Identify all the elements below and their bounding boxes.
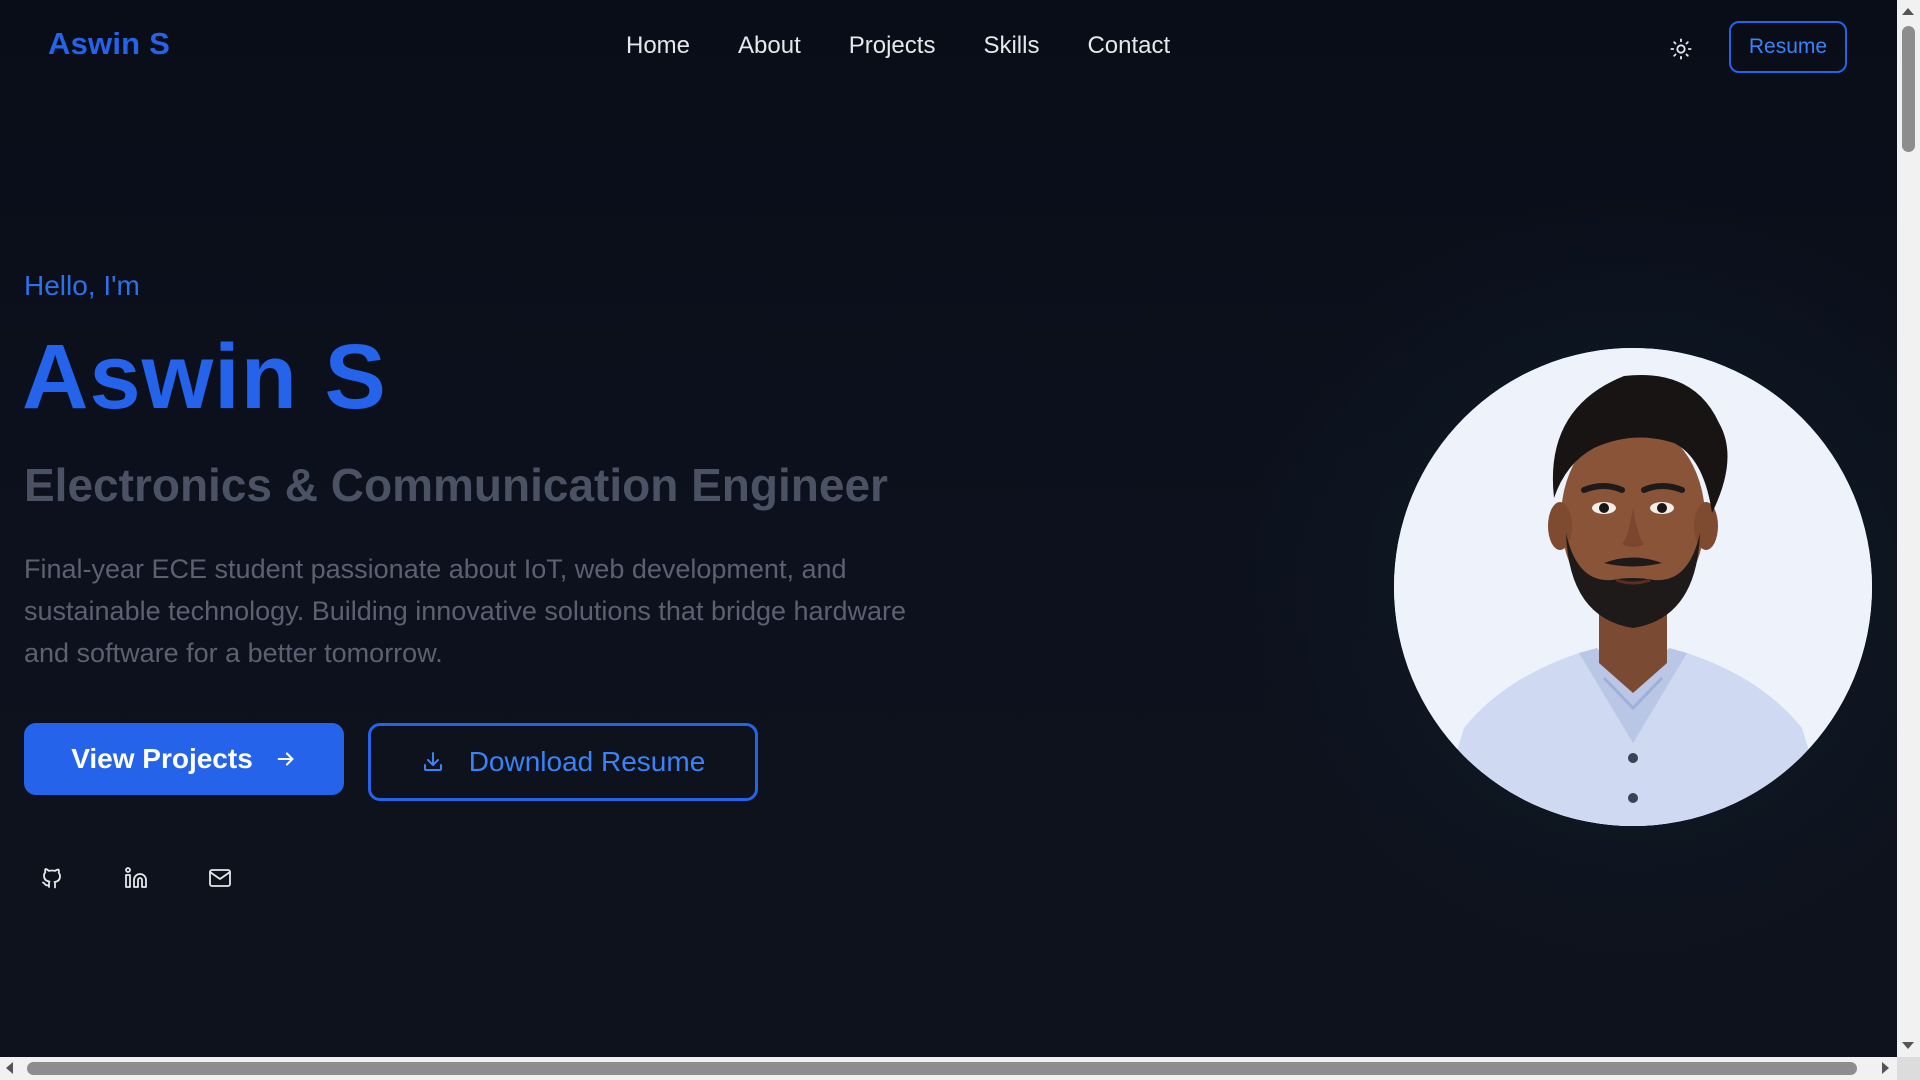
download-icon [423, 752, 442, 771]
social-links [38, 864, 234, 892]
hero-role: Electronics & Communication Engineer [24, 459, 888, 511]
resume-button[interactable]: Resume [1729, 21, 1847, 73]
vertical-scroll-thumb[interactable] [1902, 26, 1915, 152]
arrow-right-icon [277, 752, 294, 766]
nav-link-about[interactable]: About [738, 32, 801, 60]
mail-icon [209, 869, 231, 887]
nav-link-home[interactable]: Home [626, 32, 690, 60]
email-link[interactable] [206, 864, 234, 892]
navbar: Aswin S Home About Projects Skills Conta… [0, 0, 1897, 96]
view-projects-label: View Projects [71, 743, 253, 774]
nav-link-skills[interactable]: Skills [983, 32, 1039, 60]
vertical-scrollbar[interactable] [1897, 0, 1920, 1057]
brand-logo[interactable]: Aswin S [48, 26, 170, 62]
download-resume-label: Download Resume [468, 746, 706, 777]
horizontal-scroll-thumb[interactable] [27, 1062, 1857, 1075]
scroll-down-arrow-icon[interactable] [1902, 1042, 1914, 1049]
hero-description: Final-year ECE student passionate about … [24, 554, 907, 668]
github-link[interactable] [38, 864, 66, 892]
theme-toggle-button[interactable] [1666, 34, 1696, 64]
scroll-left-arrow-icon[interactable] [6, 1062, 13, 1074]
scroll-right-arrow-icon[interactable] [1882, 1062, 1889, 1074]
nav-links: Home About Projects Skills Contact [626, 32, 1170, 60]
horizontal-scrollbar[interactable] [0, 1057, 1897, 1080]
page-viewport: Aswin S Home About Projects Skills Conta… [0, 0, 1897, 1057]
profile-portrait-image [1394, 348, 1872, 826]
hero-name: Aswin S [22, 326, 387, 428]
scroll-up-arrow-icon[interactable] [1902, 8, 1914, 15]
download-resume-button[interactable]: Download Resume [368, 723, 758, 801]
linkedin-link[interactable] [122, 864, 150, 892]
view-projects-button[interactable]: View Projects [24, 723, 344, 795]
scrollbar-corner [1897, 1057, 1920, 1080]
nav-link-projects[interactable]: Projects [849, 32, 936, 60]
linkedin-icon [125, 867, 147, 888]
profile-photo [1394, 348, 1872, 826]
sun-icon [1670, 38, 1692, 60]
github-icon [42, 868, 61, 889]
hero-greeting: Hello, I'm [24, 270, 140, 301]
nav-link-contact[interactable]: Contact [1087, 32, 1170, 60]
